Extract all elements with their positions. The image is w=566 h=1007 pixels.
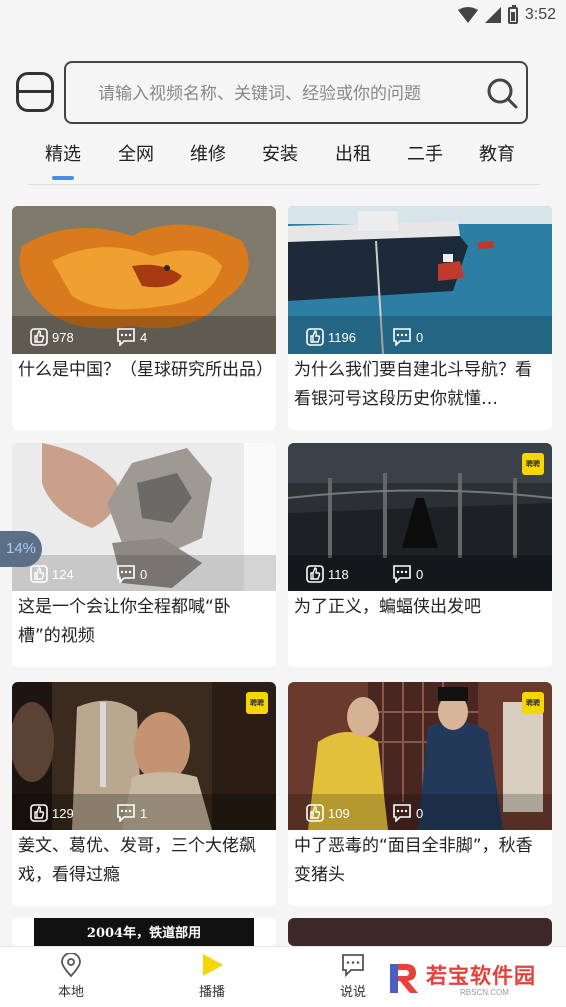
video-title: 姜文、葛优、发哥，三个大佬飙戏，看得过瘾 <box>18 836 256 885</box>
nav-shuoshuo[interactable]: 说说 <box>318 953 388 1000</box>
search-box[interactable] <box>64 61 528 124</box>
watermark-logo: 若宝软件园 RBSCN.COM <box>386 958 556 1002</box>
like-count: 124 <box>30 565 74 583</box>
comment-count: 4 <box>116 328 147 346</box>
thumbnail-caption: 2004年，铁道部用 <box>86 926 202 941</box>
chat-bubble-icon <box>342 954 364 977</box>
signal-icon <box>484 7 501 23</box>
video-card-partial[interactable]: 2004年，铁道部用 <box>12 918 276 946</box>
tab-ershou[interactable]: 二手 <box>407 140 443 166</box>
tab-anzhuang[interactable]: 安装 <box>262 140 298 166</box>
video-card[interactable]: 聘聘 118 0 为了正义，蝙蝠侠出发吧 <box>288 443 552 667</box>
like-count: 109 <box>306 804 350 822</box>
like-count-value: 129 <box>52 805 74 821</box>
play-triangle-icon <box>203 954 223 976</box>
video-thumbnail: 2004年，铁道部用 <box>34 918 254 946</box>
location-pin-icon <box>61 953 81 977</box>
thumb-up-icon <box>306 328 324 346</box>
video-title: 中了恶毒的“面目全非脚”，秋香变猪头 <box>294 836 533 885</box>
comment-icon <box>393 804 411 822</box>
comment-icon <box>393 328 411 346</box>
tab-chuzu[interactable]: 出租 <box>335 140 371 166</box>
like-count: 978 <box>30 328 74 346</box>
thumb-up-icon <box>306 565 324 583</box>
watermark-url: RBSCN.COM <box>460 988 509 997</box>
wifi-icon <box>457 7 478 23</box>
comment-count-value: 0 <box>416 566 424 582</box>
video-badge: 聘聘 <box>522 453 544 475</box>
video-badge: 聘聘 <box>522 692 544 714</box>
status-bar: 3:52 <box>0 0 566 30</box>
video-title: 为什么我们要自建北斗导航？看看银河号这段历史你就懂… <box>294 360 532 409</box>
comment-count-value: 0 <box>416 805 424 821</box>
comment-icon <box>393 565 411 583</box>
video-card[interactable]: 978 4 什么是中国？（星球研究所出品） <box>12 206 276 430</box>
search-input[interactable] <box>96 77 480 111</box>
video-card[interactable]: 124 0 这是一个会让你全程都喊“卧槽”的视频 <box>12 443 276 667</box>
like-count-value: 124 <box>52 566 74 582</box>
comment-count: 0 <box>116 565 147 583</box>
video-badge: 聘聘 <box>246 692 268 714</box>
comment-count-value: 0 <box>416 329 424 345</box>
search-icon[interactable] <box>486 77 518 109</box>
like-count-value: 978 <box>52 329 74 345</box>
watermark-name: 若宝软件园 <box>426 964 536 988</box>
comment-icon <box>117 565 135 583</box>
active-tab-indicator <box>52 176 74 180</box>
nav-bobo[interactable]: 播播 <box>177 953 247 1000</box>
category-tabs: 精选 全网 维修 安装 出租 二手 教育 <box>28 138 540 185</box>
battery-icon <box>507 4 518 24</box>
like-count-value: 118 <box>328 566 349 582</box>
comment-icon <box>117 804 135 822</box>
category-menu-button[interactable] <box>16 72 54 112</box>
rb-logo-icon <box>390 964 418 993</box>
tab-jingxuan[interactable]: 精选 <box>45 140 81 166</box>
video-thumbnail <box>288 918 552 946</box>
thumb-up-icon <box>306 804 324 822</box>
nav-shuoshuo-label: 说说 <box>339 985 366 1000</box>
video-title: 为了正义，蝙蝠侠出发吧 <box>294 597 481 617</box>
comment-count-value: 4 <box>140 329 148 345</box>
nav-local-label: 本地 <box>57 985 84 1000</box>
nav-local[interactable]: 本地 <box>36 953 106 1000</box>
thumb-up-icon <box>30 328 48 346</box>
like-count: 1196 <box>306 328 356 346</box>
video-card-partial[interactable] <box>288 918 552 946</box>
comment-count: 0 <box>392 804 423 822</box>
status-icons: 3:52 <box>457 4 556 25</box>
comment-icon <box>117 328 135 346</box>
comment-count: 1 <box>116 804 147 822</box>
nav-bobo-label: 播播 <box>198 985 225 1000</box>
like-count-value: 109 <box>328 805 350 821</box>
comment-count-value: 0 <box>140 566 148 582</box>
video-title: 什么是中国？（星球研究所出品） <box>18 360 270 380</box>
like-count-value: 1196 <box>328 329 356 345</box>
video-card[interactable]: 1196 0 为什么我们要自建北斗导航？看看银河号这段历史你就懂… <box>288 206 552 430</box>
comment-count: 0 <box>392 328 423 346</box>
comment-count: 0 <box>392 565 423 583</box>
video-title: 这是一个会让你全程都喊“卧槽”的视频 <box>18 597 231 646</box>
tab-jiaoyu[interactable]: 教育 <box>479 140 515 166</box>
like-count: 129 <box>30 804 74 822</box>
like-count: 118 <box>306 565 349 583</box>
thumb-up-icon <box>30 804 48 822</box>
thumb-up-icon <box>30 565 48 583</box>
progress-bubble[interactable]: 14% <box>0 531 42 567</box>
tab-quanwang[interactable]: 全网 <box>118 140 154 166</box>
video-card[interactable]: 聘聘 109 0 中了恶毒的“面目全非脚”，秋香变猪头 <box>288 682 552 906</box>
status-time: 3:52 <box>524 6 556 23</box>
tab-weixiu[interactable]: 维修 <box>190 140 226 166</box>
video-card[interactable]: 聘聘 129 1 姜文、葛优、发哥，三个大佬飙戏，看得过瘾 <box>12 682 276 906</box>
comment-count-value: 1 <box>140 805 148 821</box>
